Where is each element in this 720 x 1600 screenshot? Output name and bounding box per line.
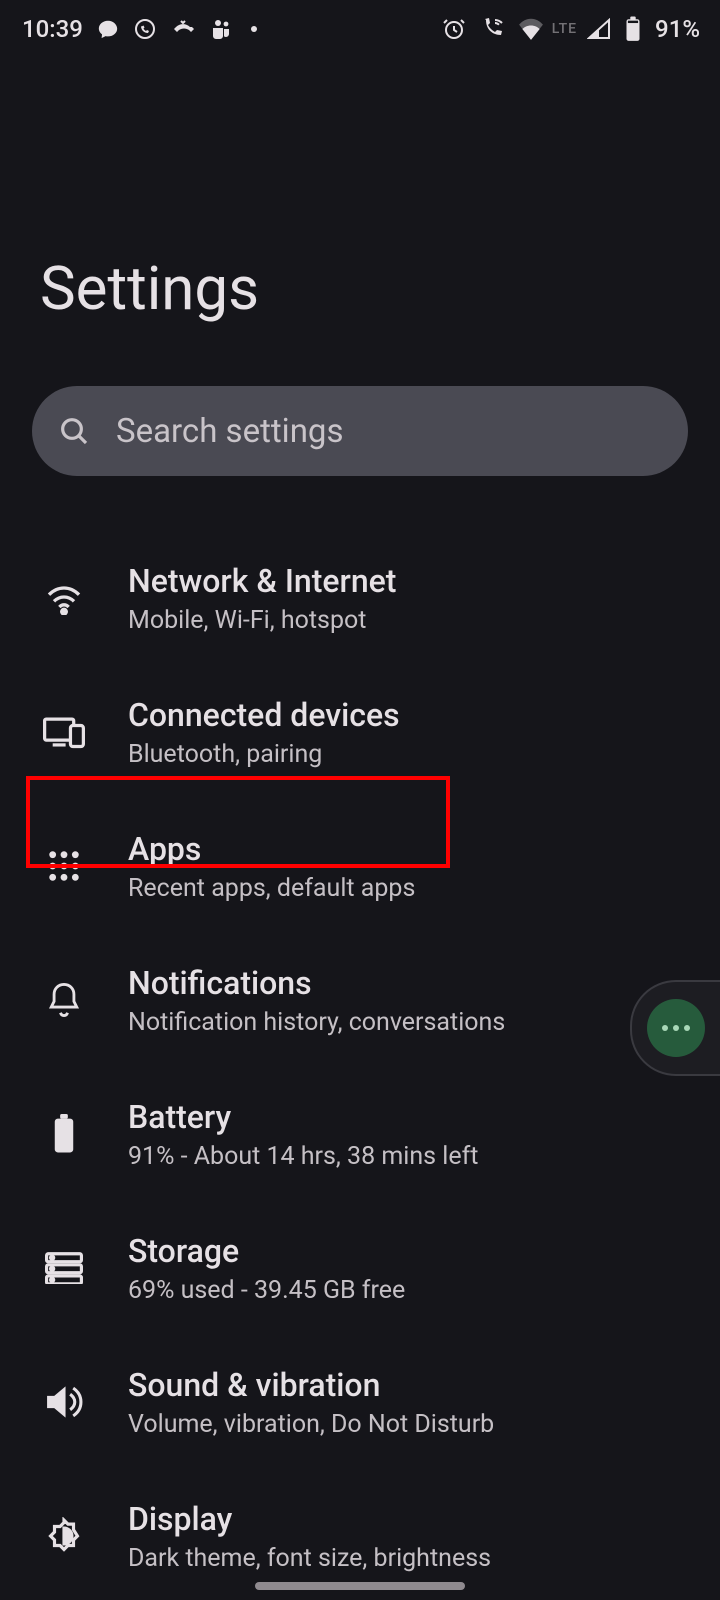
search-icon [58, 415, 90, 447]
settings-row-title: Connected devices [128, 696, 400, 734]
more-horizontal-icon [647, 999, 705, 1057]
apps-grid-icon [40, 842, 88, 890]
settings-row-storage[interactable]: Storage 69% used - 39.45 GB free [0, 1204, 720, 1338]
settings-row-title: Apps [128, 830, 415, 868]
cellular-signal-icon [587, 18, 611, 40]
settings-row-title: Notifications [128, 964, 505, 1002]
status-bar: 10:39 LTE 91% [0, 0, 720, 58]
settings-row-connected-devices[interactable]: Connected devices Bluetooth, pairing [0, 668, 720, 802]
wifi-icon [518, 18, 544, 40]
battery-icon [40, 1110, 88, 1158]
missed-call-icon [171, 17, 195, 41]
battery-icon [625, 16, 641, 42]
settings-row-title: Storage [128, 1232, 405, 1270]
settings-row-battery[interactable]: Battery 91% - About 14 hrs, 38 mins left [0, 1070, 720, 1204]
devices-icon [40, 708, 88, 756]
page-title: Settings [0, 58, 720, 324]
settings-row-display[interactable]: Display Dark theme, font size, brightnes… [0, 1472, 720, 1600]
assistant-side-button[interactable] [630, 980, 720, 1076]
status-bar-left: 10:39 [22, 15, 257, 43]
settings-row-subtitle: Mobile, Wi-Fi, hotspot [128, 606, 396, 635]
chat-bubble-icon [97, 18, 119, 40]
settings-row-subtitle: 91% - About 14 hrs, 38 mins left [128, 1142, 478, 1171]
settings-row-subtitle: 69% used - 39.45 GB free [128, 1276, 405, 1305]
brightness-icon [40, 1512, 88, 1560]
volume-icon [40, 1378, 88, 1426]
bell-icon [40, 976, 88, 1024]
search-settings-input[interactable]: Search settings [32, 386, 688, 476]
status-time: 10:39 [22, 15, 83, 43]
battery-percent: 91% [655, 15, 700, 43]
teams-icon [209, 17, 233, 41]
wifi-icon [40, 574, 88, 622]
settings-list: Network & Internet Mobile, Wi-Fi, hotspo… [0, 534, 720, 1600]
status-bar-right: LTE 91% [442, 15, 700, 43]
network-type-label: LTE [552, 21, 577, 37]
settings-row-title: Display [128, 1500, 491, 1538]
settings-row-subtitle: Recent apps, default apps [128, 874, 415, 903]
storage-icon [40, 1244, 88, 1292]
settings-row-network[interactable]: Network & Internet Mobile, Wi-Fi, hotspo… [0, 534, 720, 668]
search-placeholder: Search settings [116, 412, 344, 451]
settings-row-subtitle: Volume, vibration, Do Not Disturb [128, 1410, 494, 1439]
settings-row-subtitle: Dark theme, font size, brightness [128, 1544, 491, 1573]
settings-row-title: Network & Internet [128, 562, 396, 600]
settings-row-subtitle: Bluetooth, pairing [128, 740, 400, 769]
more-notifications-dot-icon [251, 26, 257, 32]
settings-row-title: Battery [128, 1098, 478, 1136]
gesture-nav-indicator [255, 1582, 465, 1590]
settings-row-subtitle: Notification history, conversations [128, 1008, 505, 1037]
settings-row-apps[interactable]: Apps Recent apps, default apps [0, 802, 720, 936]
settings-row-title: Sound & vibration [128, 1366, 494, 1404]
whatsapp-icon [133, 17, 157, 41]
alarm-icon [442, 17, 466, 41]
wifi-calling-icon [480, 17, 504, 41]
settings-row-notifications[interactable]: Notifications Notification history, conv… [0, 936, 720, 1070]
settings-row-sound[interactable]: Sound & vibration Volume, vibration, Do … [0, 1338, 720, 1472]
